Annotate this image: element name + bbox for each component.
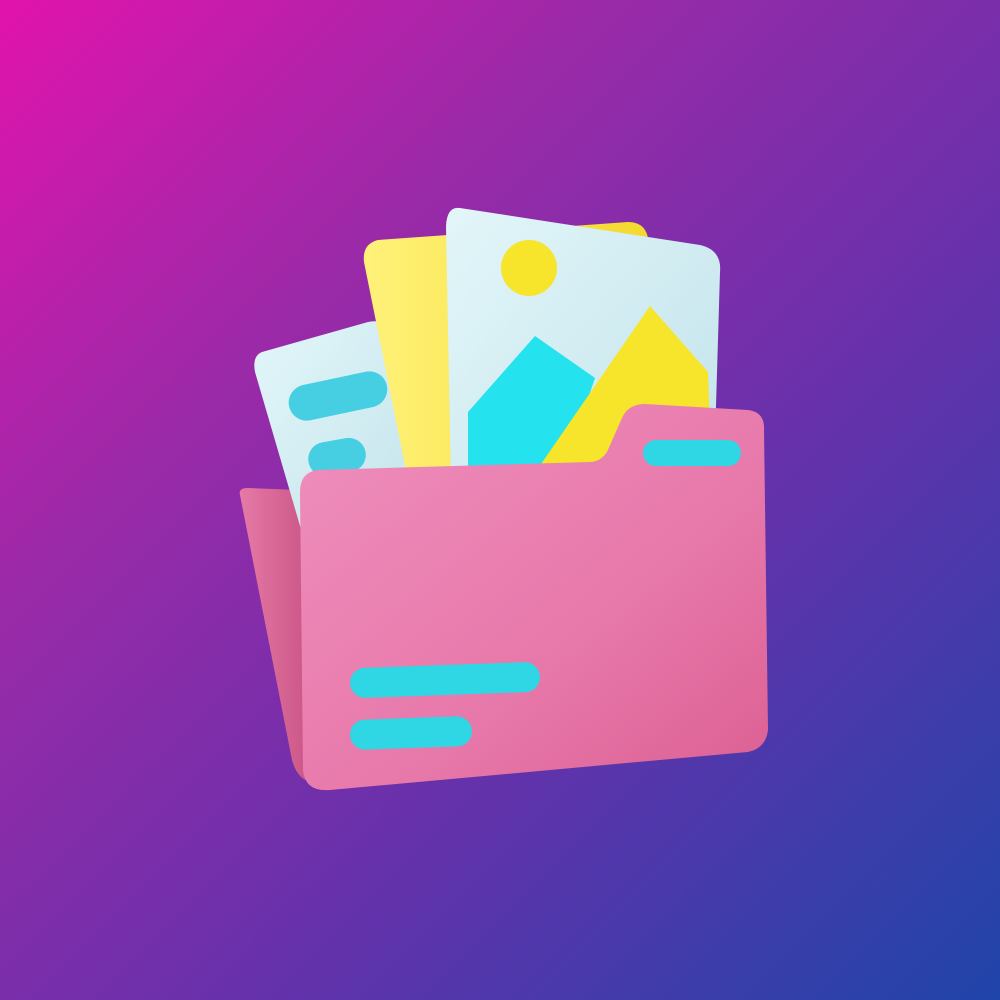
illustration-canvas	[0, 0, 1000, 1000]
folder-tab-label	[643, 440, 741, 466]
sun-icon	[501, 240, 557, 296]
folder-with-photos-icon	[239, 207, 768, 791]
folder-label-line-2	[350, 716, 472, 750]
